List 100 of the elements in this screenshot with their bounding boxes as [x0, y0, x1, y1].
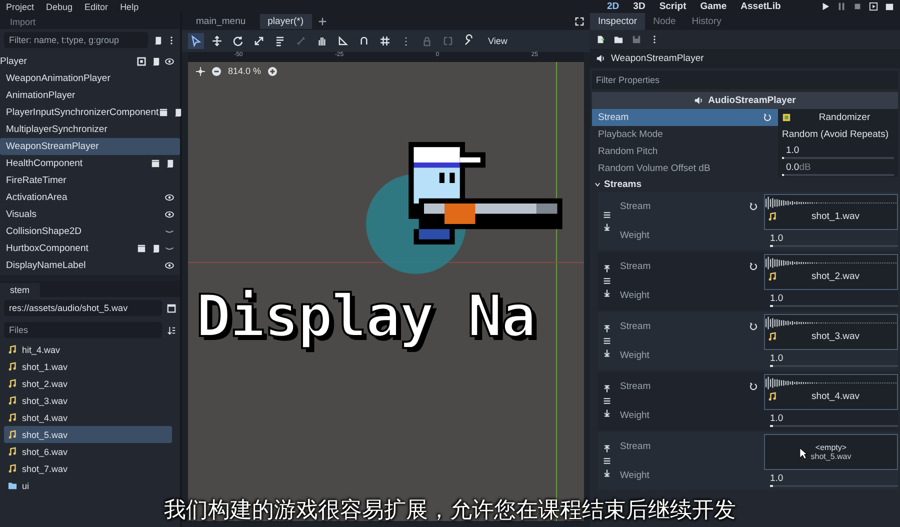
file-item[interactable]: shot_7.wav [4, 460, 172, 477]
move-down-icon[interactable] [603, 469, 611, 477]
clapperboard-icon[interactable] [137, 244, 146, 253]
move-up-icon[interactable] [603, 265, 611, 273]
revert-icon[interactable] [749, 262, 758, 271]
clapperboard-icon[interactable] [151, 159, 160, 168]
pan-icon[interactable] [196, 66, 205, 76]
audio-resource-field[interactable]: shot_3.wav [764, 314, 898, 350]
eye-icon[interactable] [165, 57, 174, 66]
scene-tree-item[interactable]: FireRateTimer [0, 172, 180, 189]
menu-item[interactable]: Editor [84, 2, 108, 12]
scroll-icon[interactable] [151, 57, 160, 66]
move-down-icon[interactable] [603, 349, 611, 357]
scroll-icon[interactable] [153, 36, 162, 44]
square-icon[interactable] [137, 57, 146, 66]
scene-tree-item[interactable]: AnimationPlayer [0, 87, 180, 104]
audio-resource-field[interactable]: <empty> shot_5.wav [764, 434, 898, 470]
audio-resource-field[interactable]: shot_1.wav [764, 194, 898, 230]
weight-slider[interactable]: 1.0 [764, 473, 898, 487]
drag-handle-icon[interactable] [603, 211, 611, 219]
file-item[interactable]: shot_1.wav [4, 358, 172, 375]
inspector-tab[interactable]: History [684, 13, 730, 30]
workspace-tab[interactable]: AssetLib [740, 1, 781, 12]
drag-handle-icon[interactable] [603, 337, 611, 345]
move-up-icon[interactable] [603, 445, 611, 453]
scroll-icon[interactable] [172, 108, 182, 117]
move-up-icon[interactable] [603, 325, 611, 333]
editor-tab[interactable]: player(*) [260, 14, 312, 29]
file-item[interactable]: ui [4, 477, 172, 494]
menu-item[interactable]: Project [6, 2, 34, 12]
move-up-icon[interactable] [603, 385, 611, 393]
file-item[interactable]: shot_2.wav [4, 375, 172, 392]
move-down-icon[interactable] [603, 289, 611, 297]
file-item[interactable]: hit_4.wav [4, 341, 172, 358]
revert-icon[interactable] [749, 382, 758, 391]
drag-handle-icon[interactable] [603, 457, 611, 465]
workspace-tab[interactable]: 3D [633, 1, 646, 12]
scene-tree-item[interactable]: ActivationArea [0, 189, 180, 206]
scroll-icon[interactable] [151, 244, 160, 253]
sort-icon[interactable] [167, 326, 176, 334]
filter-properties-field[interactable]: Filter Properties [592, 71, 898, 89]
slider-field[interactable]: 1.0 [778, 143, 898, 160]
weight-slider[interactable]: 1.0 [764, 293, 898, 307]
folder-icon[interactable] [614, 35, 623, 44]
zoom-out-icon[interactable] [212, 66, 221, 76]
save-icon[interactable] [632, 35, 641, 44]
drag-handle-icon[interactable] [603, 277, 611, 285]
section-header[interactable]: Streams [590, 177, 900, 192]
inspector-tab[interactable]: Node [645, 13, 684, 30]
menu-item[interactable]: Debug [46, 2, 73, 12]
property-label[interactable]: Stream [592, 109, 778, 126]
scene-tree-item[interactable]: WeaponAnimationPlayer [0, 70, 180, 87]
audio-resource-field[interactable]: shot_2.wav [764, 254, 898, 290]
slider-field[interactable]: 0.0dB [778, 160, 898, 177]
scene-tree-item[interactable]: MultiplayerSynchronizer [0, 121, 180, 138]
weight-slider[interactable]: 1.0 [764, 233, 898, 247]
file-item[interactable]: shot_6.wav [4, 443, 172, 460]
layout-icon[interactable] [167, 304, 176, 312]
weight-slider[interactable]: 1.0 [764, 413, 898, 427]
new-resource-icon[interactable] [596, 35, 605, 44]
menu-item[interactable]: Help [120, 2, 139, 12]
resource-picker[interactable]: Randomizer [778, 109, 898, 126]
eye-icon[interactable] [165, 261, 174, 270]
file-item[interactable]: shot_5.wav [4, 426, 172, 443]
editor-tab[interactable]: main_menu [188, 14, 254, 29]
workspace-tab[interactable]: Game [700, 1, 727, 12]
play-icon[interactable] [821, 2, 830, 11]
scene-tree-item[interactable]: PlayerInputSynchronizerComponent [0, 104, 180, 121]
path-field[interactable]: res://assets/audio/shot_5.wav [4, 300, 162, 316]
scene-tree-item[interactable]: DisplayNameLabel [0, 257, 180, 274]
eye-icon[interactable] [165, 210, 174, 219]
play-scene-icon[interactable] [869, 2, 878, 11]
revert-icon[interactable] [749, 322, 758, 331]
move-down-icon[interactable] [603, 409, 611, 417]
drag-handle-icon[interactable] [603, 397, 611, 405]
scene-tree-item[interactable]: HurtboxComponent [0, 240, 180, 257]
property-value[interactable]: Random (Avoid Repeats) [778, 126, 898, 143]
weight-slider[interactable]: 1.0 [764, 353, 898, 367]
add-tab-icon[interactable] [318, 17, 327, 26]
audio-resource-field[interactable]: shot_4.wav [764, 374, 898, 410]
eye-icon[interactable] [165, 193, 174, 202]
fullscreen-icon[interactable] [575, 17, 584, 26]
zoom-in-icon[interactable] [268, 66, 278, 76]
clapperboard-icon[interactable] [158, 108, 168, 117]
scene-tree-item[interactable]: Player [0, 53, 180, 70]
file-item[interactable]: shot_3.wav [4, 392, 172, 409]
filter-field[interactable]: Filter: name, t:type, g:group [4, 32, 148, 48]
scene-tree-item[interactable]: HealthComponent [0, 155, 180, 172]
move-down-icon[interactable] [603, 223, 611, 231]
files-filter-field[interactable]: Files [4, 322, 162, 338]
workspace-tab[interactable]: Script [659, 1, 686, 12]
dock-tab[interactable]: stem [0, 283, 40, 297]
stop-icon[interactable] [853, 2, 862, 11]
scroll-icon[interactable] [165, 159, 174, 168]
pointer-icon[interactable] [188, 33, 204, 49]
view-menu-button[interactable]: View [482, 34, 514, 48]
inspector-tab[interactable]: Inspector [590, 13, 646, 30]
revert-icon[interactable] [749, 202, 758, 211]
file-item[interactable]: shot_4.wav [4, 409, 172, 426]
scene-tree-item[interactable]: CollisionShape2D [0, 223, 180, 240]
